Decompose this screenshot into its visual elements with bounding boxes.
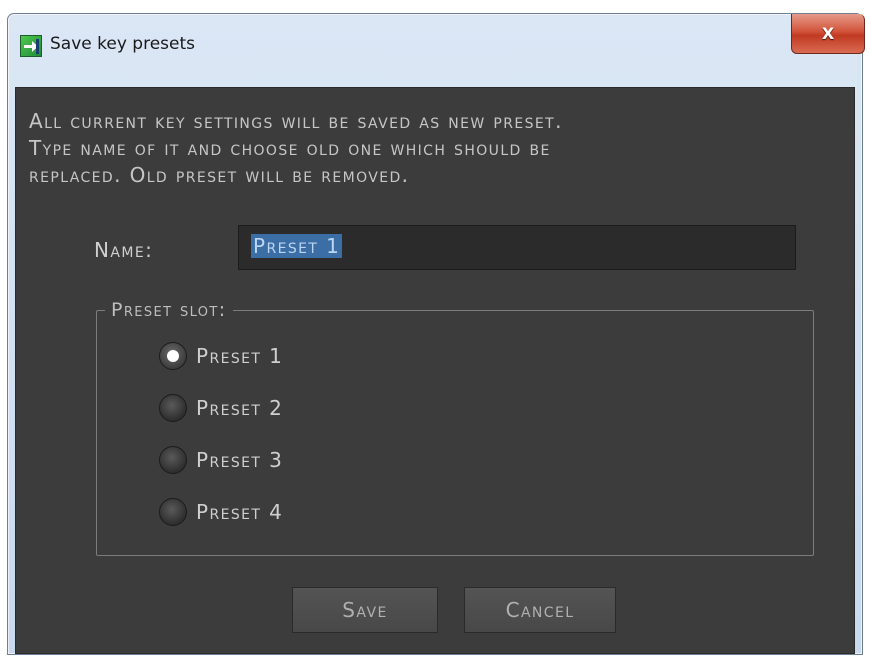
instructions-line: Type name of it and choose old one which… [29, 136, 551, 160]
preset-radio-1[interactable]: Preset 1 [159, 339, 283, 373]
instructions-line: replaced. Old preset will be removed. [29, 163, 410, 187]
preset-radio-2[interactable]: Preset 2 [159, 391, 283, 425]
window-title: Save key presets [50, 34, 195, 54]
preset-slot-label: Preset slot: [105, 299, 233, 321]
dialog-body: All current key settings will be saved a… [15, 87, 855, 654]
preset-slot-group: Preset slot: Preset 1 Preset 2 Preset 3 … [96, 299, 814, 556]
name-label: Name: [94, 238, 154, 262]
radio-label: Preset 2 [196, 396, 284, 420]
preset-radio-3[interactable]: Preset 3 [159, 443, 283, 477]
dialog-window: Save key presets X All current key setti… [7, 13, 865, 655]
instructions-text: All current key settings will be saved a… [29, 108, 854, 189]
radio-label: Preset 3 [196, 448, 284, 472]
save-button[interactable]: Save [292, 587, 438, 633]
radio-checked-icon[interactable] [159, 342, 187, 370]
title-bar[interactable]: Save key presets X [8, 14, 865, 78]
preset-radio-4[interactable]: Preset 4 [159, 495, 283, 529]
instructions-line: All current key settings will be saved a… [29, 109, 563, 133]
radio-unchecked-icon[interactable] [159, 446, 187, 474]
close-icon: X [821, 24, 835, 43]
close-button[interactable]: X [791, 14, 865, 54]
name-input-value: Preset 1 [251, 234, 343, 258]
app-icon [20, 35, 42, 57]
radio-label: Preset 4 [196, 500, 284, 524]
radio-unchecked-icon[interactable] [159, 498, 187, 526]
name-input[interactable]: Preset 1 [238, 225, 796, 270]
radio-label: Preset 1 [196, 344, 284, 368]
radio-unchecked-icon[interactable] [159, 394, 187, 422]
cancel-button[interactable]: Cancel [464, 587, 616, 633]
